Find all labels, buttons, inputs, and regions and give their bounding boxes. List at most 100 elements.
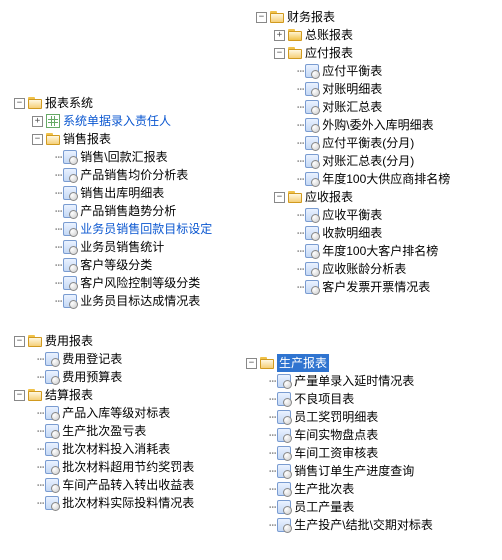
tree-leaf[interactable]: ⋯ 客户等级分类	[14, 256, 212, 274]
expand-icon[interactable]	[32, 116, 43, 127]
tree-line: ⋯	[55, 166, 61, 184]
tree-leaf[interactable]: ⋯销售订单生产进度查询	[246, 462, 433, 480]
tree-leaf[interactable]: ⋯客户发票开票情况表	[256, 278, 450, 296]
item-label[interactable]: 业务员销售回款目标设定	[80, 220, 212, 238]
tree-leaf[interactable]: ⋯产品入库等级对标表	[14, 404, 194, 422]
item-label: 客户风险控制等级分类	[80, 274, 200, 292]
tree-leaf[interactable]: ⋯批次材料实际投料情况表	[14, 494, 194, 512]
tree-leaf[interactable]: ⋯业务员销售统计	[14, 238, 212, 256]
item-label: 客户发票开票情况表	[322, 278, 430, 296]
tree-leaf[interactable]: ⋯生产投产\结批\交期对标表	[246, 516, 433, 534]
tree-node[interactable]: 应付报表	[256, 44, 450, 62]
item-label: 销售出库明细表	[80, 184, 164, 202]
item-label: 客户等级分类	[80, 256, 152, 274]
tree-leaf[interactable]: ⋯对账明细表	[256, 80, 450, 98]
tree-line: ⋯	[269, 408, 275, 426]
tree-leaf[interactable]: ⋯员工产量表	[246, 498, 433, 516]
tree-leaf[interactable]: ⋯销售\回款汇报表	[14, 148, 212, 166]
tree-line: ⋯	[269, 444, 275, 462]
collapse-icon[interactable]	[256, 12, 267, 23]
tree-leaf[interactable]: ⋯ 客户风险控制等级分类	[14, 274, 212, 292]
tree-line: ⋯	[297, 62, 303, 80]
collapse-icon[interactable]	[246, 358, 257, 369]
item-label: 应付平衡表(分月)	[322, 134, 414, 152]
tree-line: ⋯	[55, 274, 61, 292]
tree-leaf[interactable]: ⋯销售出库明细表	[14, 184, 212, 202]
tree-leaf[interactable]: ⋯年度100大供应商排名榜	[256, 170, 450, 188]
tree-leaf[interactable]: ⋯费用预算表	[14, 368, 194, 386]
tree-line: ⋯	[55, 292, 61, 310]
tree-leaf[interactable]: ⋯产品销售均价分析表	[14, 166, 212, 184]
tree-line: ⋯	[269, 480, 275, 498]
report-icon	[63, 150, 77, 164]
collapse-icon[interactable]	[274, 192, 285, 203]
folder-open-icon	[288, 191, 302, 203]
item-label: 销售\回款汇报表	[80, 148, 167, 166]
tree-leaf[interactable]: ⋯业务员销售回款目标设定	[14, 220, 212, 238]
report-icon	[305, 100, 319, 114]
tree-leaf[interactable]: ⋯车间工资审核表	[246, 444, 433, 462]
tree-leaf[interactable]: ⋯年度100大客户排名榜	[256, 242, 450, 260]
report-icon	[63, 258, 77, 272]
report-icon	[45, 496, 59, 510]
tree-node-selected[interactable]: 生产报表	[246, 354, 433, 372]
collapse-icon[interactable]	[32, 134, 43, 145]
item-label: 对账汇总表(分月)	[322, 152, 414, 170]
tree-leaf[interactable]: ⋯应付平衡表(分月)	[256, 134, 450, 152]
tree-node[interactable]: 应收报表	[256, 188, 450, 206]
tree-leaf[interactable]: ⋯ 应付平衡表	[256, 62, 450, 80]
item-label: 产品销售趋势分析	[80, 202, 176, 220]
folder-label: 应收报表	[305, 188, 353, 206]
tree-leaf[interactable]: ⋯外购\委外入库明细表	[256, 116, 450, 134]
tree-leaf[interactable]: ⋯生产批次表	[246, 480, 433, 498]
item-label[interactable]: 系统单据录入责任人	[63, 112, 171, 130]
tree-leaf[interactable]: ⋯产量单录入延时情况表	[246, 372, 433, 390]
tree-leaf[interactable]: ⋯车间产品转入转出收益表	[14, 476, 194, 494]
tree-node[interactable]: 费用报表	[14, 332, 194, 350]
item-label: 应付平衡表	[322, 62, 382, 80]
tree-node[interactable]: 销售报表	[14, 130, 212, 148]
folder-open-icon	[28, 97, 42, 109]
tree-line: ⋯	[55, 256, 61, 274]
item-label: 批次材料实际投料情况表	[62, 494, 194, 512]
tree-leaf[interactable]: ⋯对账汇总表	[256, 98, 450, 116]
tree-leaf[interactable]: ⋯业务员目标达成情况表	[14, 292, 212, 310]
report-icon	[45, 406, 59, 420]
tree-node[interactable]: 系统单据录入责任人	[14, 112, 212, 130]
collapse-icon[interactable]	[274, 48, 285, 59]
tree-leaf[interactable]: ⋯生产批次盈亏表	[14, 422, 194, 440]
expand-icon[interactable]	[274, 30, 285, 41]
collapse-icon[interactable]	[14, 336, 25, 347]
collapse-icon[interactable]	[14, 98, 25, 109]
item-label: 生产批次盈亏表	[62, 422, 146, 440]
tree-leaf[interactable]: ⋯对账汇总表(分月)	[256, 152, 450, 170]
tree-node[interactable]: 财务报表	[256, 8, 450, 26]
tree-leaf[interactable]: ⋯应收账龄分析表	[256, 260, 450, 278]
tree-node-root[interactable]: 报表系统	[14, 94, 212, 112]
tree-line: ⋯	[269, 516, 275, 534]
tree-leaf[interactable]: ⋯批次材料超用节约奖罚表	[14, 458, 194, 476]
item-label: 产品入库等级对标表	[62, 404, 170, 422]
tree-leaf[interactable]: ⋯收款明细表	[256, 224, 450, 242]
tree-line: ⋯	[37, 368, 43, 386]
item-label: 车间产品转入转出收益表	[62, 476, 194, 494]
xls-icon	[46, 114, 60, 128]
tree-leaf[interactable]: ⋯批次材料投入消耗表	[14, 440, 194, 458]
tree-node[interactable]: 结算报表	[14, 386, 194, 404]
tree-leaf[interactable]: ⋯不良项目表	[246, 390, 433, 408]
tree-leaf[interactable]: ⋯产品销售趋势分析	[14, 202, 212, 220]
report-icon	[277, 392, 291, 406]
report-icon	[45, 442, 59, 456]
collapse-icon[interactable]	[14, 390, 25, 401]
tree-node[interactable]: 总账报表	[256, 26, 450, 44]
tree-line: ⋯	[37, 458, 43, 476]
folder-open-icon	[288, 47, 302, 59]
item-label: 员工产量表	[294, 498, 354, 516]
tree-leaf[interactable]: ⋯费用登记表	[14, 350, 194, 368]
tree-leaf[interactable]: ⋯应收平衡表	[256, 206, 450, 224]
item-label: 对账明细表	[322, 80, 382, 98]
tree-leaf[interactable]: ⋯车间实物盘点表	[246, 426, 433, 444]
report-icon	[305, 262, 319, 276]
folder-open-icon	[28, 335, 42, 347]
tree-leaf[interactable]: ⋯员工奖罚明细表	[246, 408, 433, 426]
